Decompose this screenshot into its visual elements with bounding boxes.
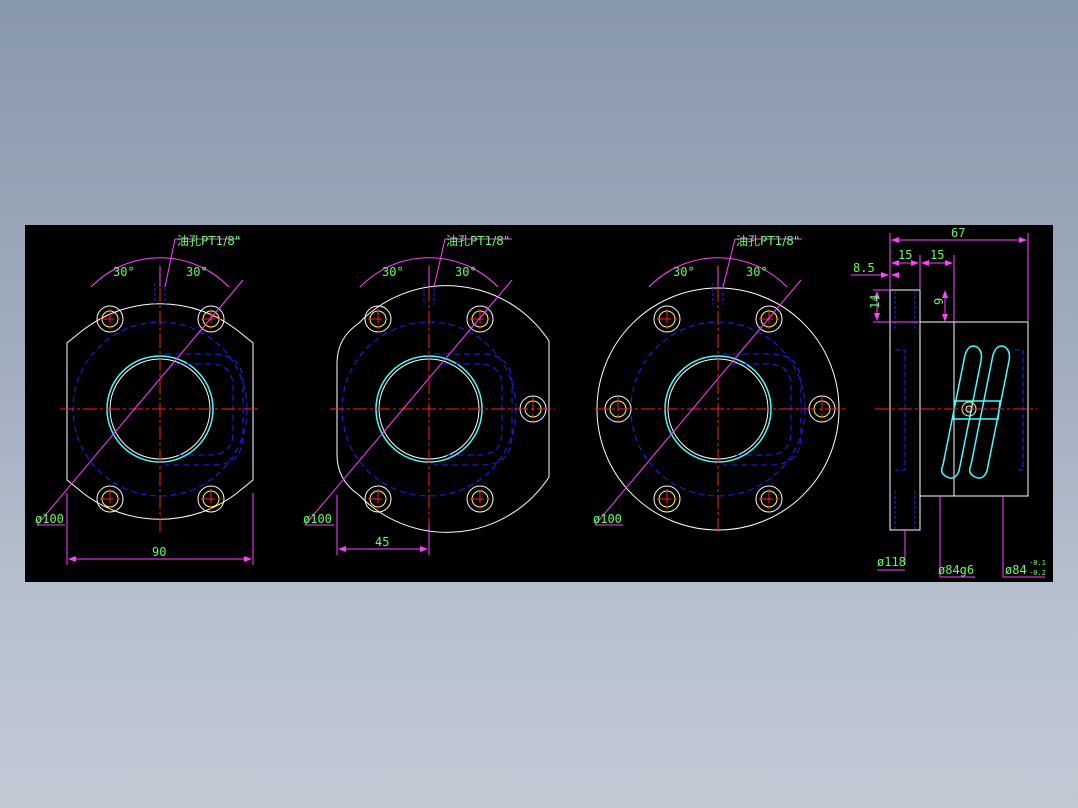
oil-hole-label: 油孔PT1/8" <box>736 234 799 248</box>
angle-right-label: 30° <box>746 265 768 279</box>
pcd-label: ø100 <box>593 512 622 526</box>
pcd-label: ø100 <box>35 512 64 526</box>
length-dim-label: 67 <box>951 226 965 240</box>
width-dim-label: 90 <box>152 545 166 559</box>
cad-drawing-canvas: 油孔PT1/8" 30° 30° ø100 90 油孔PT1/8" 30° 30… <box>25 225 1053 582</box>
flange-dim-label: 15 <box>898 248 912 262</box>
side-dimensions <box>851 233 1045 578</box>
ballscrew-nut-drawing: 油孔PT1/8" 30° 30° ø100 90 油孔PT1/8" 30° 30… <box>35 226 1046 578</box>
tol-lower-label: -0.2 <box>1029 569 1046 577</box>
dimensions <box>594 238 802 526</box>
front-view-3: 油孔PT1/8" 30° 30° ø100 <box>593 234 845 535</box>
angle-right-label: 30° <box>455 265 477 279</box>
oil-hole-label: 油孔PT1/8" <box>446 234 509 248</box>
hole-dim-label: 9 <box>932 298 946 305</box>
angle-left-label: 30° <box>673 265 695 279</box>
height-dim-label: 14 <box>868 295 882 309</box>
offset-dim-label: 8.5 <box>853 261 875 275</box>
angle-left-label: 30° <box>113 265 135 279</box>
offset-dim-label: 45 <box>375 535 389 549</box>
step-dim-label: 15 <box>930 248 944 262</box>
pcd-label: ø100 <box>303 512 332 526</box>
pilot-dia-label: ø84g6 <box>938 563 974 577</box>
center-lines <box>60 265 260 535</box>
front-view-1: 油孔PT1/8" 30° 30° ø100 90 <box>35 234 260 565</box>
side-view: 67 15 15 8.5 14 9 ø118 ø84g6 ø84 -0.1 -0… <box>851 226 1046 578</box>
tol-upper-label: -0.1 <box>1029 559 1046 567</box>
dimensions <box>36 238 254 565</box>
angle-left-label: 30° <box>382 265 404 279</box>
oil-hole-label: 油孔PT1/8" <box>177 234 240 248</box>
flange-dia-label: ø118 <box>877 555 906 569</box>
body-dia-label: ø84 <box>1005 563 1027 577</box>
front-view-2: 油孔PT1/8" 30° 30° ø100 45 <box>303 234 555 555</box>
angle-right-label: 30° <box>186 265 208 279</box>
